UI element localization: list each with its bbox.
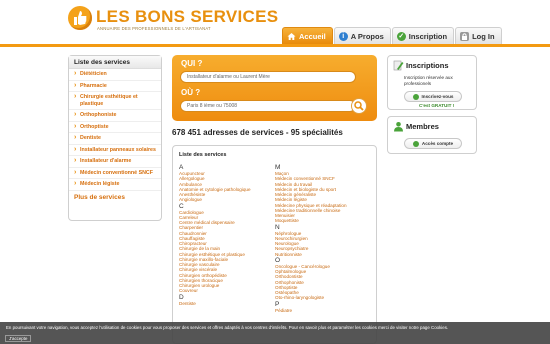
- member-icon: [394, 122, 403, 132]
- letter-heading: N: [275, 223, 280, 231]
- account-label: Accès compte: [421, 141, 454, 146]
- sidebar-item-orthoptiste[interactable]: Orthoptiste: [69, 122, 161, 133]
- search-icon: [354, 101, 364, 111]
- account-button[interactable]: Accès compte: [404, 138, 462, 149]
- nav-label: A Propos: [350, 31, 384, 41]
- sidebar-item-medecin-sncf[interactable]: Médecin conventionné SNCF: [69, 168, 161, 179]
- search-button[interactable]: [351, 98, 367, 114]
- services-list: Liste des services A Acupuncteur Allergolo…: [172, 145, 377, 344]
- sidebar-item-pharmacie[interactable]: Pharmacie: [69, 81, 161, 92]
- logo-subtitle: ANNUAIRE DES PROFESSIONNELS DE L'ARTISAN…: [97, 26, 211, 31]
- arrow-icon: [412, 93, 419, 100]
- pencil-icon: [393, 60, 404, 71]
- sidebar-item-dieteticien[interactable]: Diététicien: [69, 69, 161, 81]
- letter-heading: O: [275, 256, 281, 264]
- sidebar-title: Liste des services: [69, 56, 161, 69]
- lock-icon: [460, 31, 470, 41]
- inscriptions-desc: Inscription réservée aux professionels: [404, 75, 453, 86]
- results-count: 678 451 adresses de services - 95 spécia…: [172, 128, 343, 137]
- register-label: Inscrivez-vous: [421, 94, 454, 99]
- sidebar-item-chirurgie-esthetique[interactable]: Chirurgie esthétique et plastique: [69, 92, 161, 110]
- free-label: C'est GRATUIT !: [419, 103, 455, 108]
- main-nav: Accueil i A Propos ✓ Inscription Log In: [282, 27, 502, 44]
- where-input[interactable]: Paris 8 ième ou 75008: [180, 100, 356, 112]
- more-services-link[interactable]: Plus de services: [69, 191, 161, 204]
- search-panel: QUI ? Installateur d'alarme ou Laurent M…: [172, 55, 377, 121]
- logo-title[interactable]: LES BONS SERVICES: [96, 7, 278, 27]
- services-title: Liste des services: [179, 152, 227, 158]
- register-button[interactable]: Inscrivez-vous: [404, 91, 462, 102]
- sidebar-item-dentiste[interactable]: Dentiste: [69, 133, 161, 145]
- inscriptions-title: Inscriptions: [406, 61, 449, 70]
- cookie-banner: En poursuivant votre navigation, vous ac…: [0, 322, 550, 344]
- membres-box: Membres Accès compte: [387, 116, 477, 154]
- nav-log-in[interactable]: Log In: [455, 27, 502, 44]
- service-link[interactable]: Dentiste: [179, 301, 269, 306]
- sidebar-item-alarme[interactable]: Installateur d'alarme: [69, 156, 161, 168]
- nav-a-propos[interactable]: i A Propos: [333, 27, 391, 44]
- who-input[interactable]: Installateur d'alarme ou Laurent Mère: [180, 71, 356, 83]
- cookie-text: En poursuivant votre navigation, vous ac…: [6, 325, 449, 330]
- header: LES BONS SERVICES ANNUAIRE DES PROFESSIO…: [0, 0, 550, 44]
- home-icon: [287, 32, 296, 41]
- header-band: [0, 44, 550, 47]
- inscriptions-box: Inscriptions Inscription réservée aux pr…: [387, 55, 477, 110]
- service-link[interactable]: Pédiatre: [275, 308, 365, 313]
- logo-icon[interactable]: [68, 6, 92, 30]
- info-icon: i: [338, 31, 348, 41]
- arrow-icon: [412, 140, 419, 147]
- nav-accueil[interactable]: Accueil: [282, 27, 333, 44]
- check-icon: ✓: [396, 31, 406, 41]
- where-label: OÙ ?: [181, 88, 201, 97]
- cookie-accept-button[interactable]: J'accepte: [5, 335, 32, 342]
- letter-heading: C: [179, 202, 184, 210]
- letter-heading: M: [275, 164, 281, 171]
- services-column-right: M Maçon Médecin conventionné SNCF Médecin d…: [275, 164, 365, 313]
- sidebar-item-medecin-legiste[interactable]: Médecin légiste: [69, 179, 161, 191]
- nav-label: Accueil: [299, 31, 326, 41]
- sidebar-item-panneaux-solaires[interactable]: Installateur panneaux solaires: [69, 145, 161, 156]
- letter-heading: D: [179, 293, 184, 301]
- services-column-left: A Acupuncteur Allergologue Ambulance Anatomi…: [179, 164, 269, 306]
- letter-heading: A: [179, 164, 184, 171]
- letter-heading: P: [275, 300, 280, 308]
- membres-title: Membres: [406, 122, 439, 131]
- nav-label: Log In: [472, 31, 495, 41]
- who-label: QUI ?: [181, 59, 203, 68]
- sidebar: Liste des services Diététicien Pharmacie…: [68, 55, 162, 221]
- sidebar-item-orthophoniste[interactable]: Orthophoniste: [69, 110, 161, 122]
- nav-label: Inscription: [408, 31, 448, 41]
- nav-inscription[interactable]: ✓ Inscription: [391, 27, 455, 44]
